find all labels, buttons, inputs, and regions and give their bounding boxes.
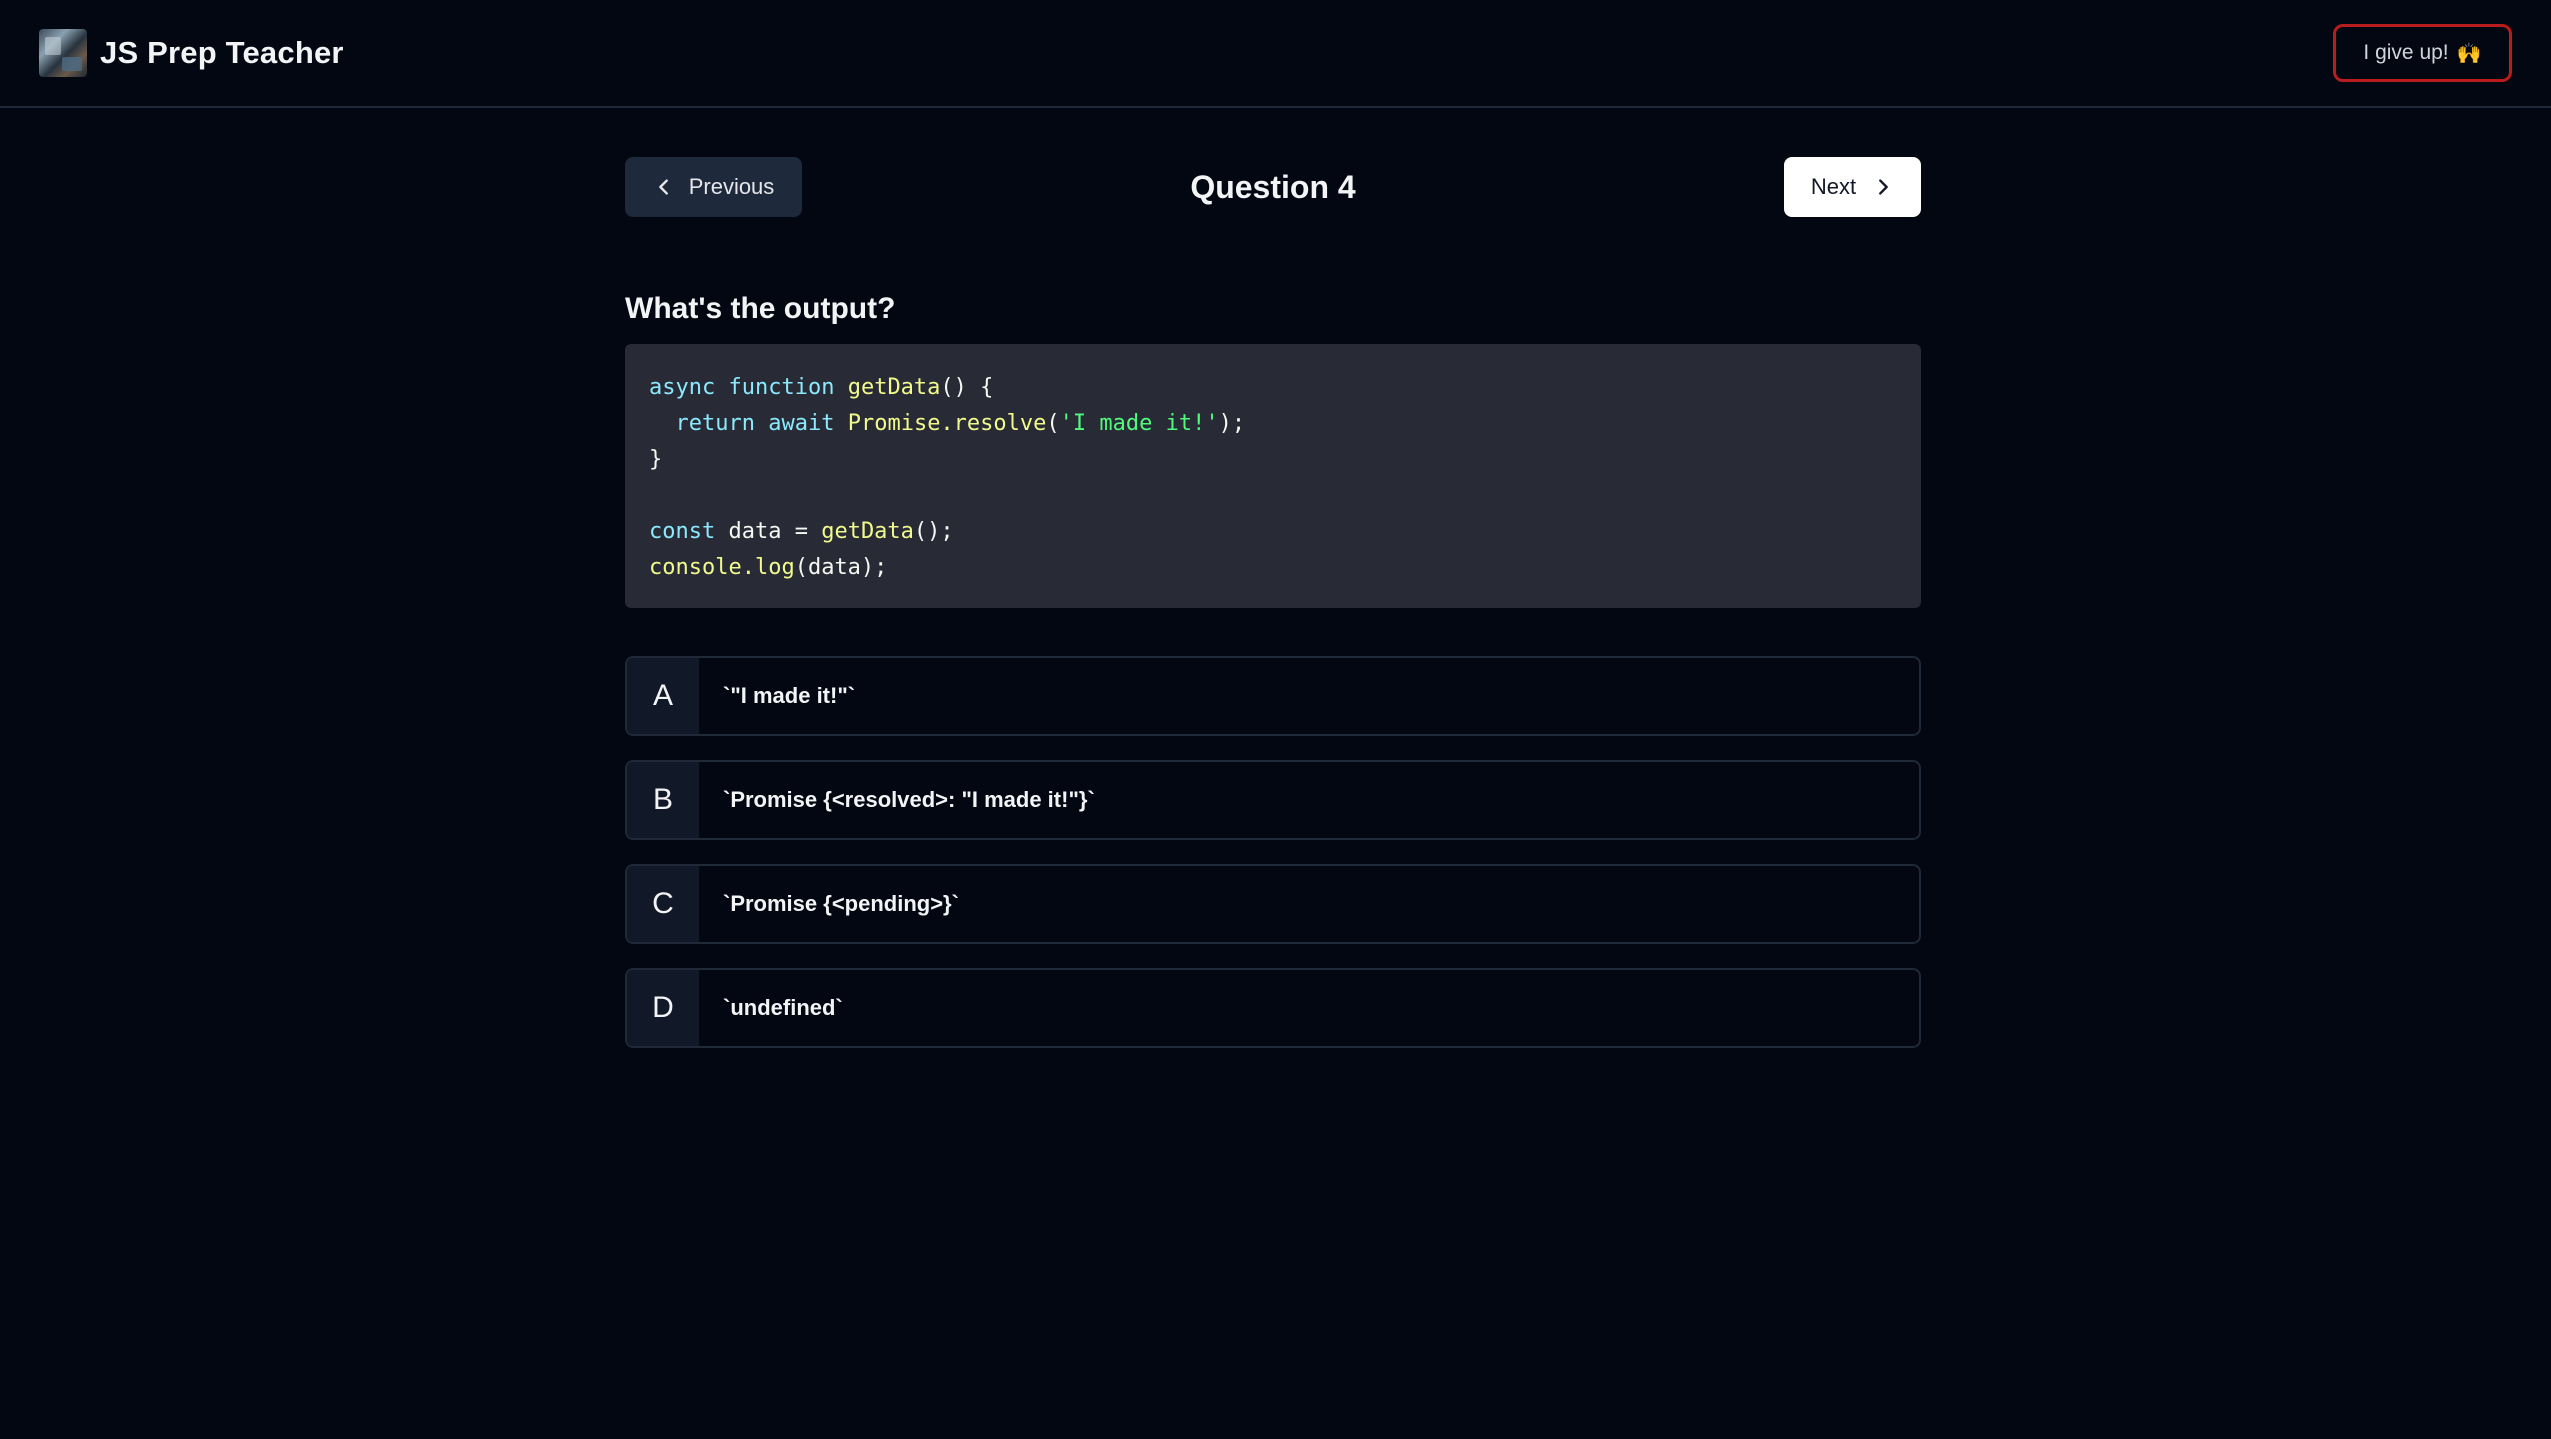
option-text: `Promise {<resolved>: "I made it!"}` [723,787,1095,812]
code-token: await [768,411,835,436]
next-label: Next [1810,174,1857,199]
app-title: JS Prep Teacher [100,35,344,70]
app-header: JS Prep Teacher I give up! 🙌 [0,0,2551,108]
previous-button[interactable]: Previous [625,157,802,217]
give-up-button[interactable]: I give up! 🙌 [2333,24,2512,82]
chevron-right-icon [1879,179,1888,195]
code-token: () { [940,375,994,400]
code-token: data = [715,519,822,544]
code-token: ( [1046,411,1060,436]
brand[interactable]: JS Prep Teacher [39,29,344,77]
option-letter: A [627,658,699,734]
question-navigation: Previous Question 4 Next [625,157,1921,217]
answer-option-a[interactable]: A `"I made it!"` [625,656,1921,736]
quiz-panel: Previous Question 4 Next What's the outp… [625,157,1921,1048]
answer-option-d[interactable]: D `undefined` [625,968,1921,1048]
option-letter: C [627,866,699,942]
code-token: getData [847,375,941,400]
chevron-left-icon [658,179,668,195]
give-up-label: I give up! [2363,41,2449,64]
code-token: async [649,375,716,400]
raised-hands-icon: 🙌 [2456,42,2482,65]
code-token: function [728,375,835,400]
code-token: Promise.resolve [847,411,1047,436]
option-text: `undefined` [723,995,843,1020]
code-token: const [649,519,716,544]
code-token: console.log [649,555,795,580]
option-letter: D [627,970,699,1046]
code-token: 'I made it!' [1059,411,1219,436]
code-token: ); [1218,411,1246,436]
code-token: (); [913,519,954,544]
option-text: `"I made it!"` [723,683,856,708]
option-letter: B [627,762,699,838]
question-prompt: What's the output? [625,292,896,325]
option-text: `Promise {<pending>}` [723,891,959,916]
answer-option-b[interactable]: B `Promise {<resolved>: "I made it!"}` [625,760,1921,840]
answer-options: A `"I made it!"` B `Promise {<resolved>:… [625,656,1921,1048]
app-logo [39,29,87,77]
code-token: } [649,447,663,472]
answer-option-c[interactable]: C `Promise {<pending>}` [625,864,1921,944]
next-button[interactable]: Next [1784,157,1921,217]
code-block: async function getData() { return await … [625,344,1921,608]
question-number: Question 4 [1190,169,1356,205]
code-token: (data); [794,555,888,580]
previous-label: Previous [688,174,775,199]
code-token: return [675,411,755,436]
code-token: getData [821,519,914,544]
